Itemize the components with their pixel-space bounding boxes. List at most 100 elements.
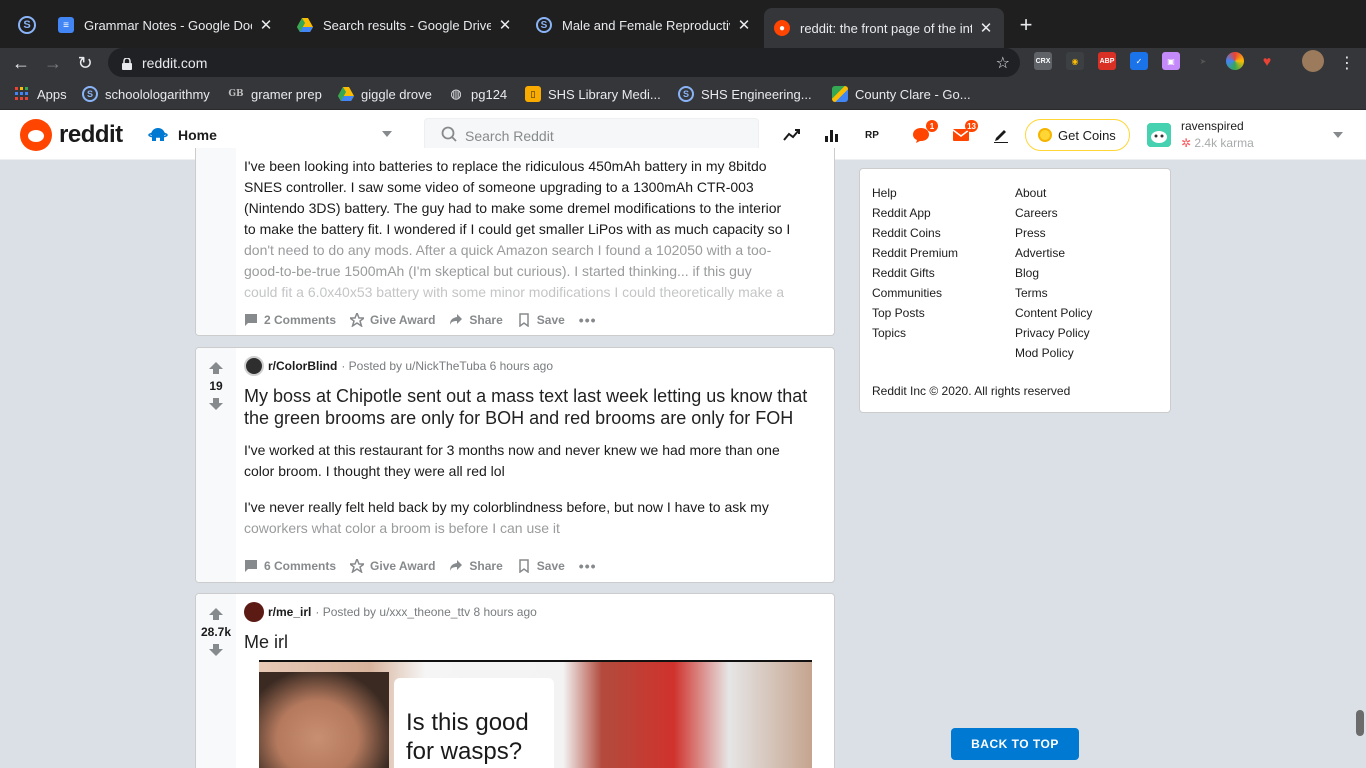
share-button[interactable]: Share	[449, 313, 503, 327]
menu-dots-icon[interactable]: ⋮	[1334, 50, 1360, 76]
comments-button[interactable]: 6 Comments	[244, 559, 336, 573]
more-options-icon[interactable]: •••	[579, 312, 597, 328]
save-button[interactable]: Save	[517, 559, 565, 574]
post-card[interactable]: 19 r/ColorBlind · Posted by u/NickTheTub…	[195, 347, 835, 583]
meme-person-image	[259, 672, 389, 768]
footer-link-privacy-policy[interactable]: Privacy Policy	[1015, 323, 1092, 343]
owl-icon[interactable]: ◉	[1066, 52, 1084, 70]
footer-link-terms[interactable]: Terms	[1015, 283, 1092, 303]
get-coins-label: Get Coins	[1058, 127, 1116, 143]
downvote-icon[interactable]	[196, 642, 236, 658]
post-body-line: SNES controller. I saw some video of som…	[244, 179, 754, 195]
award-icon	[347, 310, 367, 328]
tab-reddit[interactable]: ● reddit: the front page of the int ✕	[764, 8, 1004, 48]
footer-link-careers[interactable]: Careers	[1015, 203, 1092, 223]
give-award-button[interactable]: Give Award	[347, 556, 435, 574]
subreddit-icon[interactable]	[244, 602, 264, 622]
get-coins-button[interactable]: Get Coins	[1025, 119, 1130, 151]
footer-link-communities[interactable]: Communities	[872, 283, 958, 303]
post-body: I've been looking into batteries to repl…	[244, 156, 829, 303]
footer-link-help[interactable]: Help	[872, 183, 958, 203]
chat-icon[interactable]: 1	[910, 120, 938, 146]
mail-icon[interactable]: 13	[950, 120, 978, 146]
post-body-line: don't need to do any mods. After a quick…	[244, 242, 772, 258]
reload-icon[interactable]: ↻	[72, 50, 98, 76]
meme-caption: Is this good for wasps?	[394, 678, 554, 768]
back-arrow-icon[interactable]: ←	[8, 50, 34, 76]
crx-icon[interactable]: CRX	[1034, 52, 1052, 70]
upvote-icon[interactable]	[196, 606, 236, 622]
footer-link-advertise[interactable]: Advertise	[1015, 243, 1092, 263]
reddit-wordmark[interactable]: reddit	[59, 121, 123, 149]
profile-avatar-icon[interactable]	[1302, 50, 1324, 72]
upvote-icon[interactable]	[196, 360, 236, 376]
post-title[interactable]: My boss at Chipotle sent out a mass text…	[244, 385, 829, 429]
footer-link-mod-policy[interactable]: Mod Policy	[1015, 343, 1092, 363]
save-button[interactable]: Save	[517, 313, 565, 328]
footer-link-top-posts[interactable]: Top Posts	[872, 303, 958, 323]
back-to-top-button[interactable]: BACK TO TOP	[951, 728, 1079, 760]
trending-icon[interactable]	[781, 124, 803, 146]
bookmark-star-icon[interactable]: ☆	[996, 53, 1010, 73]
bookmark-pg124[interactable]: ◍ pg124	[448, 85, 507, 103]
post-body-line: to make the battery fit. I wondered if I…	[244, 221, 791, 237]
give-award-button[interactable]: Give Award	[347, 310, 435, 328]
more-options-icon[interactable]: •••	[579, 558, 597, 574]
post-title[interactable]: Me irl	[244, 631, 829, 653]
comments-button[interactable]: 2 Comments	[244, 313, 336, 327]
footer-link-about[interactable]: About	[1015, 183, 1092, 203]
box-icon[interactable]: ▣	[1162, 52, 1180, 70]
abp-icon[interactable]: ABP	[1098, 52, 1116, 70]
schoology-profile-icon[interactable]: S	[18, 16, 36, 34]
close-icon[interactable]: ✕	[978, 19, 994, 37]
pencil-icon[interactable]	[990, 124, 1012, 146]
colorwheel-icon[interactable]	[1226, 52, 1244, 70]
subreddit-icon[interactable]	[244, 356, 264, 376]
search-input[interactable]	[465, 128, 745, 144]
user-dropdown[interactable]: ravenspired ✲ 2.4k karma	[1147, 117, 1347, 153]
close-icon[interactable]: ✕	[258, 16, 274, 34]
bookmark-giggle-drove[interactable]: giggle drove	[338, 85, 432, 103]
tab-reproductive[interactable]: S Male and Female Reproductive ✕	[526, 8, 762, 42]
post-image[interactable]: Is this good for wasps?	[259, 660, 812, 768]
subreddit-link[interactable]: r/me_irl	[268, 605, 311, 619]
post-title-line: the green brooms are only for BOH and re…	[244, 408, 794, 428]
bookmark-shs-library[interactable]: ▯ SHS Library Medi...	[525, 85, 661, 103]
reddit-logo-icon[interactable]	[20, 119, 52, 151]
share-button[interactable]: Share	[449, 559, 503, 573]
scrollbar-thumb[interactable]	[1356, 710, 1364, 736]
home-dropdown[interactable]: Home	[148, 119, 398, 151]
footer-link-reddit-coins[interactable]: Reddit Coins	[872, 223, 958, 243]
bookmark-apps[interactable]: Apps	[14, 85, 67, 103]
footer-link-reddit-app[interactable]: Reddit App	[872, 203, 958, 223]
close-icon[interactable]: ✕	[736, 16, 752, 34]
stats-icon[interactable]	[821, 124, 843, 146]
post-card[interactable]: I've been looking into batteries to repl…	[195, 148, 835, 336]
tasks-icon[interactable]: ✓	[1130, 52, 1148, 70]
heart-icon[interactable]: ♥	[1258, 52, 1276, 70]
footer-link-content-policy[interactable]: Content Policy	[1015, 303, 1092, 323]
footer-link-reddit-premium[interactable]: Reddit Premium	[872, 243, 958, 263]
downvote-icon[interactable]	[196, 396, 236, 412]
bookmark-shs-engineering[interactable]: S SHS Engineering...	[678, 85, 812, 103]
bookmark-schoolologarithmy[interactable]: S schoolologarithmy	[82, 85, 210, 103]
new-tab-icon[interactable]: +	[1015, 12, 1037, 38]
footer-link-press[interactable]: Press	[1015, 223, 1092, 243]
chevron-down-icon	[382, 131, 392, 137]
close-icon[interactable]: ✕	[497, 16, 513, 34]
tab-grammar-notes[interactable]: ≡ Grammar Notes - Google Docs ✕	[48, 8, 284, 42]
bookmark-county-clare[interactable]: County Clare - Go...	[832, 85, 971, 103]
post-actions: 2 Comments Give Award Share Save •••	[244, 310, 611, 328]
footer-link-blog[interactable]: Blog	[1015, 263, 1092, 283]
post-card[interactable]: 28.7k r/me_irl · Posted by u/xxx_theone_…	[195, 593, 835, 768]
forward-arrow-icon[interactable]: →	[40, 50, 66, 76]
footer-link-topics[interactable]: Topics	[872, 323, 958, 343]
address-bar[interactable]: reddit.com ☆	[108, 48, 1020, 77]
subreddit-link[interactable]: r/ColorBlind	[268, 359, 337, 373]
arrow-ext-icon[interactable]: ➤	[1194, 52, 1212, 70]
footer-link-reddit-gifts[interactable]: Reddit Gifts	[872, 263, 958, 283]
page-scrollbar[interactable]	[1354, 160, 1366, 768]
rpan-icon[interactable]: RP	[861, 124, 883, 146]
bookmark-gramer-prep[interactable]: GB gramer prep	[228, 85, 321, 103]
tab-search-results[interactable]: Search results - Google Drive ✕	[287, 8, 523, 42]
